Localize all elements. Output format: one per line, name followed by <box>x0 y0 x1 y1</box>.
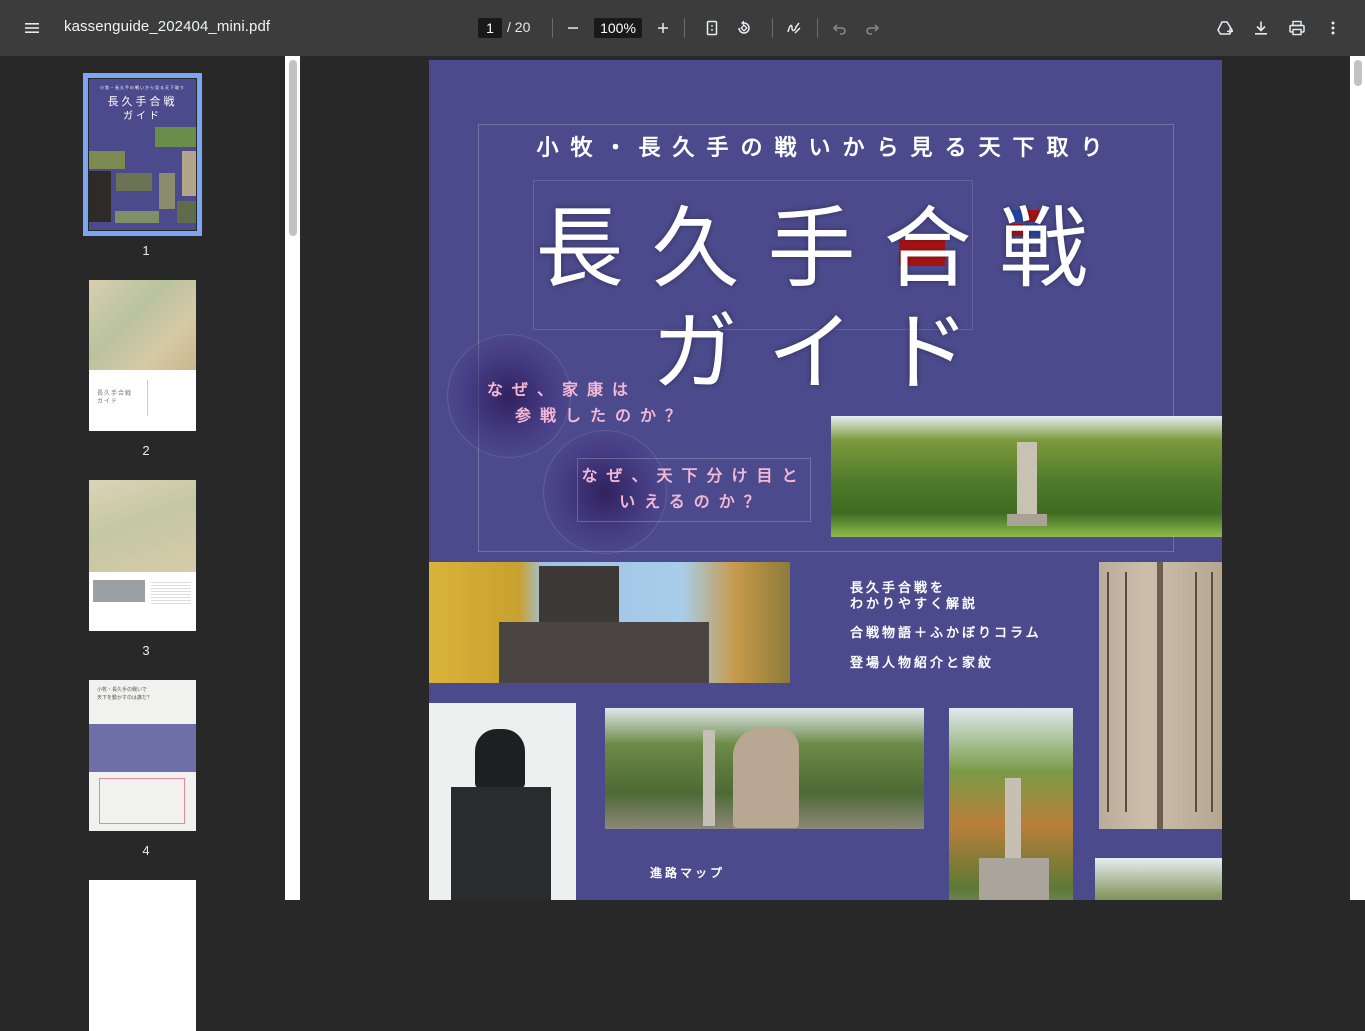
thumbnail-page-5[interactable] <box>89 880 196 1031</box>
print-icon <box>1289 20 1305 36</box>
toolbar-divider <box>552 18 553 38</box>
thumb1-photo <box>115 211 159 223</box>
thumb2-painting <box>89 280 196 370</box>
redo-button[interactable] <box>856 12 888 44</box>
thumbnail-sidebar: 小牧・長久手の戦いから見る天下取り 長久手合戦 ガイド 1 長久手合戦 ガイド … <box>0 56 300 1031</box>
viewer-toolbar: kassenguide_202404_mini.pdf 1 / 20 100% <box>0 0 1365 56</box>
thumbnail-page-3[interactable] <box>89 480 196 631</box>
route-map-label: 進路マップ <box>650 866 726 880</box>
more-vert-icon <box>1331 21 1335 35</box>
thumb4-diagram <box>99 778 185 824</box>
rotate-icon <box>738 20 750 34</box>
photo-castle-tower <box>429 562 790 683</box>
photo-stone-monuments <box>605 708 924 829</box>
feature-item-1: 長久手合戦を わかりやすく解説 <box>850 580 978 612</box>
feature-3-line1: 登場人物紹介と家紋 <box>850 655 995 670</box>
minus-icon <box>568 27 578 29</box>
pdf-page-1: 小牧・長久手の戦いから見る天下取り 長久手合戦 ガイド なぜ、家康は 参戦したの… <box>429 60 1222 900</box>
thumb3-map <box>93 580 145 602</box>
feature-item-2: 合戦物語＋ふかぼりコラム <box>850 625 1042 641</box>
download-button[interactable] <box>1245 12 1277 44</box>
thumbnail-label: 2 <box>142 443 150 458</box>
zoom-out-button[interactable] <box>557 12 589 44</box>
thumb1-photo <box>159 173 175 209</box>
thumb3-text-block <box>151 580 191 606</box>
download-icon <box>1255 21 1267 35</box>
page-total: / 20 <box>507 19 531 35</box>
thumbnail-label: 4 <box>142 843 150 858</box>
thumbnail-page-2[interactable]: 長久手合戦 ガイド <box>89 280 196 431</box>
thumb1-photo <box>177 201 196 223</box>
viewer-scrollbar-thumb[interactable] <box>1354 60 1362 86</box>
photo-samurai-armor <box>429 703 576 900</box>
thumb1-title-line2: ガイド <box>123 111 162 122</box>
thumb1-photo <box>89 151 125 169</box>
thumbnail-label: 1 <box>142 243 150 258</box>
menu-icon <box>25 23 39 33</box>
thumb1-photo <box>89 171 111 222</box>
feature-item-3: 登場人物紹介と家紋 <box>850 655 994 671</box>
feature-2-line1: 合戦物語＋ふかぼりコラム <box>850 625 1042 640</box>
print-button[interactable] <box>1281 12 1313 44</box>
thumb1-photo <box>182 151 196 196</box>
zoom-input[interactable]: 100% <box>594 18 642 38</box>
question2-line2: いえるのか？ <box>619 494 769 511</box>
zoom-in-button[interactable] <box>647 12 679 44</box>
thumbnail-page-1[interactable]: 小牧・長久手の戦いから見る天下取り 長久手合戦 ガイド <box>83 73 202 236</box>
thumb2-title-line2: ガイド <box>97 399 119 405</box>
plus-icon <box>658 23 668 33</box>
drive-add-icon <box>1217 21 1233 35</box>
thumb2-text-block <box>147 380 187 416</box>
photo-old-document <box>1099 562 1222 829</box>
page-number-input[interactable]: 1 <box>478 18 502 38</box>
feature-1-line1: 長久手合戦を <box>850 580 947 595</box>
thumbnail-page-4[interactable]: 小牧・長久手の戦いで 天下を動かすのは誰だ？ <box>89 680 196 831</box>
cover-subtitle: 小牧・長久手の戦いから見る天下取り <box>536 135 1115 160</box>
document-viewer: 小牧・長久手の戦いから見る天下取り 長久手合戦 ガイド なぜ、家康は 参戦したの… <box>300 56 1365 900</box>
add-to-drive-button[interactable] <box>1209 12 1241 44</box>
undo-icon <box>832 24 846 35</box>
thumb1-photo <box>155 127 196 147</box>
more-options-button[interactable] <box>1317 12 1349 44</box>
photo-tree-pillar <box>949 708 1073 900</box>
question1-line2: 参戦したのか？ <box>515 408 691 425</box>
annotate-icon <box>787 22 801 34</box>
menu-button[interactable] <box>16 12 48 44</box>
question2-line1: なぜ、天下分け目と <box>581 468 807 485</box>
rotate-button[interactable] <box>728 12 760 44</box>
question1-line1: なぜ、家康は <box>487 382 638 399</box>
photo-monument-forest <box>831 416 1222 537</box>
annotate-button[interactable] <box>778 12 810 44</box>
toolbar-divider <box>772 18 773 38</box>
thumb1-photo <box>116 173 152 191</box>
undo-button[interactable] <box>824 12 856 44</box>
thumb1-subtitle: 小牧・長久手の戦いから見る天下取り <box>100 85 185 90</box>
document-title: kassenguide_202404_mini.pdf <box>64 18 271 35</box>
sidebar-scrollbar-thumb[interactable] <box>289 60 297 236</box>
toolbar-divider <box>817 18 818 38</box>
thumb4-title-line1: 小牧・長久手の戦いで <box>97 687 147 693</box>
thumbnail-label: 3 <box>142 643 150 658</box>
question2: なぜ、天下分け目と いえるのか？ <box>577 458 811 522</box>
feature-1-line2: わかりやすく解説 <box>850 596 979 611</box>
thumb3-painting <box>89 480 196 572</box>
thumb4-band <box>89 724 196 772</box>
toolbar-divider <box>684 18 685 38</box>
thumb4-title-line2: 天下を動かすのは誰だ？ <box>97 695 153 701</box>
photo-bottom-right <box>1095 858 1222 900</box>
viewer-scrollbar[interactable] <box>1350 56 1365 900</box>
fit-page-icon <box>706 20 718 36</box>
question1: なぜ、家康は 参戦したのか？ <box>487 378 690 430</box>
fit-page-button[interactable] <box>696 12 728 44</box>
redo-icon <box>866 24 880 35</box>
